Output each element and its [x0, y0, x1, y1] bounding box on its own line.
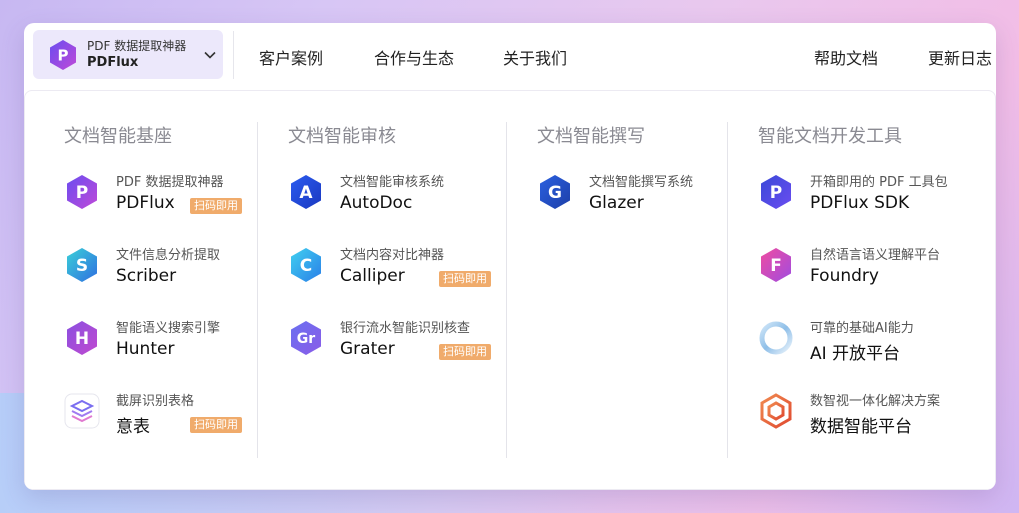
- grater-icon: Gr: [288, 320, 324, 356]
- product-desc: 开箱即用的 PDF 工具包: [810, 175, 948, 190]
- product-title: Foundry: [810, 266, 879, 286]
- svg-text:P: P: [770, 183, 782, 203]
- product-title: Grater: [340, 339, 395, 359]
- column-divider: [506, 122, 507, 458]
- product-title: Scriber: [116, 266, 177, 286]
- navigation-window: P PDF 数据提取神器 PDFlux 客户案例 合作与生态 关于我们 帮助文档…: [24, 23, 996, 490]
- product-desc: 文档内容对比神器: [340, 248, 445, 263]
- product-title: 意表: [116, 417, 150, 437]
- product-title: Glazer: [589, 193, 644, 213]
- product-item-foundry[interactable]: F 自然语言语义理解平台 Foundry: [758, 244, 958, 304]
- product-item-data-intelligence-platform[interactable]: 数智视一体化解决方案 数据智能平台: [758, 390, 958, 450]
- scan-to-use-badge: 扫码即用: [439, 344, 491, 360]
- svg-text:A: A: [299, 183, 313, 203]
- product-title: AutoDoc: [340, 193, 413, 213]
- products-dropdown-panel: 文档智能基座 P PDF 数据提取神器 PDFlux 扫码即用 S 文件信息分析…: [24, 90, 996, 490]
- product-item-calliper[interactable]: C 文档内容对比神器 Calliper 扫码即用: [288, 244, 491, 304]
- product-desc: 银行流水智能识别核查: [340, 321, 471, 336]
- product-title: Hunter: [116, 339, 175, 359]
- product-item-scriber[interactable]: S 文件信息分析提取 Scriber: [64, 244, 264, 304]
- product-item-grater[interactable]: Gr 银行流水智能识别核查 Grater 扫码即用: [288, 317, 491, 377]
- column-title-doc-ai-review: 文档智能审核: [288, 126, 396, 147]
- nav-changelog[interactable]: 更新日志: [928, 45, 992, 69]
- pdflux-icon: P: [64, 174, 100, 210]
- cube-icon: [758, 393, 794, 429]
- nav-partners-ecosystem[interactable]: 合作与生态: [374, 45, 454, 69]
- top-nav-bar: P PDF 数据提取神器 PDFlux 客户案例 合作与生态 关于我们 帮助文档…: [24, 23, 996, 89]
- pdflux-logo-icon: P: [47, 39, 79, 71]
- nav-customer-cases[interactable]: 客户案例: [259, 45, 323, 69]
- product-desc: 自然语言语义理解平台: [810, 248, 941, 263]
- product-item-autodoc[interactable]: A 文档智能审核系统 AutoDoc: [288, 171, 488, 231]
- product-title: PDFlux: [116, 193, 175, 213]
- column-divider: [727, 122, 728, 458]
- product-switcher-button[interactable]: P PDF 数据提取神器 PDFlux: [33, 30, 223, 79]
- product-title: AI 开放平台: [810, 344, 901, 364]
- column-divider: [257, 122, 258, 458]
- chevron-down-icon: [203, 48, 217, 62]
- header-divider: [233, 31, 234, 79]
- column-title-doc-ai-writing: 文档智能撰写: [537, 126, 645, 147]
- product-item-pdflux[interactable]: P PDF 数据提取神器 PDFlux 扫码即用: [64, 171, 264, 231]
- scan-to-use-badge: 扫码即用: [439, 271, 491, 287]
- product-item-glazer[interactable]: G 文档智能撰写系统 Glazer: [537, 171, 737, 231]
- hunter-icon: H: [64, 320, 100, 356]
- foundry-icon: F: [758, 247, 794, 283]
- layers-icon: [64, 393, 100, 429]
- product-desc: 数智视一体化解决方案: [810, 394, 941, 409]
- product-desc: 截屏识别表格: [116, 394, 195, 409]
- svg-text:Gr: Gr: [297, 331, 315, 347]
- product-item-pdflux-sdk[interactable]: P 开箱即用的 PDF 工具包 PDFlux SDK: [758, 171, 958, 231]
- svg-text:C: C: [300, 256, 312, 276]
- svg-text:G: G: [548, 183, 562, 203]
- pdflux-sdk-icon: P: [758, 174, 794, 210]
- product-desc: 文档智能审核系统: [340, 175, 445, 190]
- glazer-icon: G: [537, 174, 573, 210]
- product-title: PDFlux SDK: [810, 193, 910, 213]
- scan-to-use-badge: 扫码即用: [190, 417, 242, 433]
- product-title: Calliper: [340, 266, 405, 286]
- scriber-icon: S: [64, 247, 100, 283]
- column-title-dev-tools: 智能文档开发工具: [758, 126, 902, 147]
- svg-text:P: P: [58, 47, 69, 65]
- column-title-doc-ai-base: 文档智能基座: [64, 126, 172, 147]
- product-title: 数据智能平台: [810, 417, 912, 437]
- product-desc: 文件信息分析提取: [116, 248, 221, 263]
- svg-text:F: F: [770, 256, 782, 276]
- calliper-icon: C: [288, 247, 324, 283]
- scan-to-use-badge: 扫码即用: [190, 198, 242, 214]
- nav-about-us[interactable]: 关于我们: [503, 45, 567, 69]
- svg-text:S: S: [76, 256, 88, 276]
- brand-subtitle: PDF 数据提取神器: [87, 39, 187, 53]
- product-item-ai-open-platform[interactable]: 可靠的基础AI能力 AI 开放平台: [758, 317, 958, 377]
- product-item-hunter[interactable]: H 智能语义搜索引擎 Hunter: [64, 317, 264, 377]
- product-desc: PDF 数据提取神器: [116, 175, 224, 190]
- brand-name: PDFlux: [87, 55, 139, 70]
- product-desc: 文档智能撰写系统: [589, 175, 694, 190]
- svg-text:H: H: [75, 329, 89, 349]
- nav-help-docs[interactable]: 帮助文档: [814, 45, 878, 69]
- ring-icon: [758, 320, 794, 356]
- product-desc: 可靠的基础AI能力: [810, 321, 914, 336]
- product-desc: 智能语义搜索引擎: [116, 321, 221, 336]
- autodoc-icon: A: [288, 174, 324, 210]
- svg-text:P: P: [76, 183, 88, 203]
- product-item-yibiao[interactable]: 截屏识别表格 意表 扫码即用: [64, 390, 264, 450]
